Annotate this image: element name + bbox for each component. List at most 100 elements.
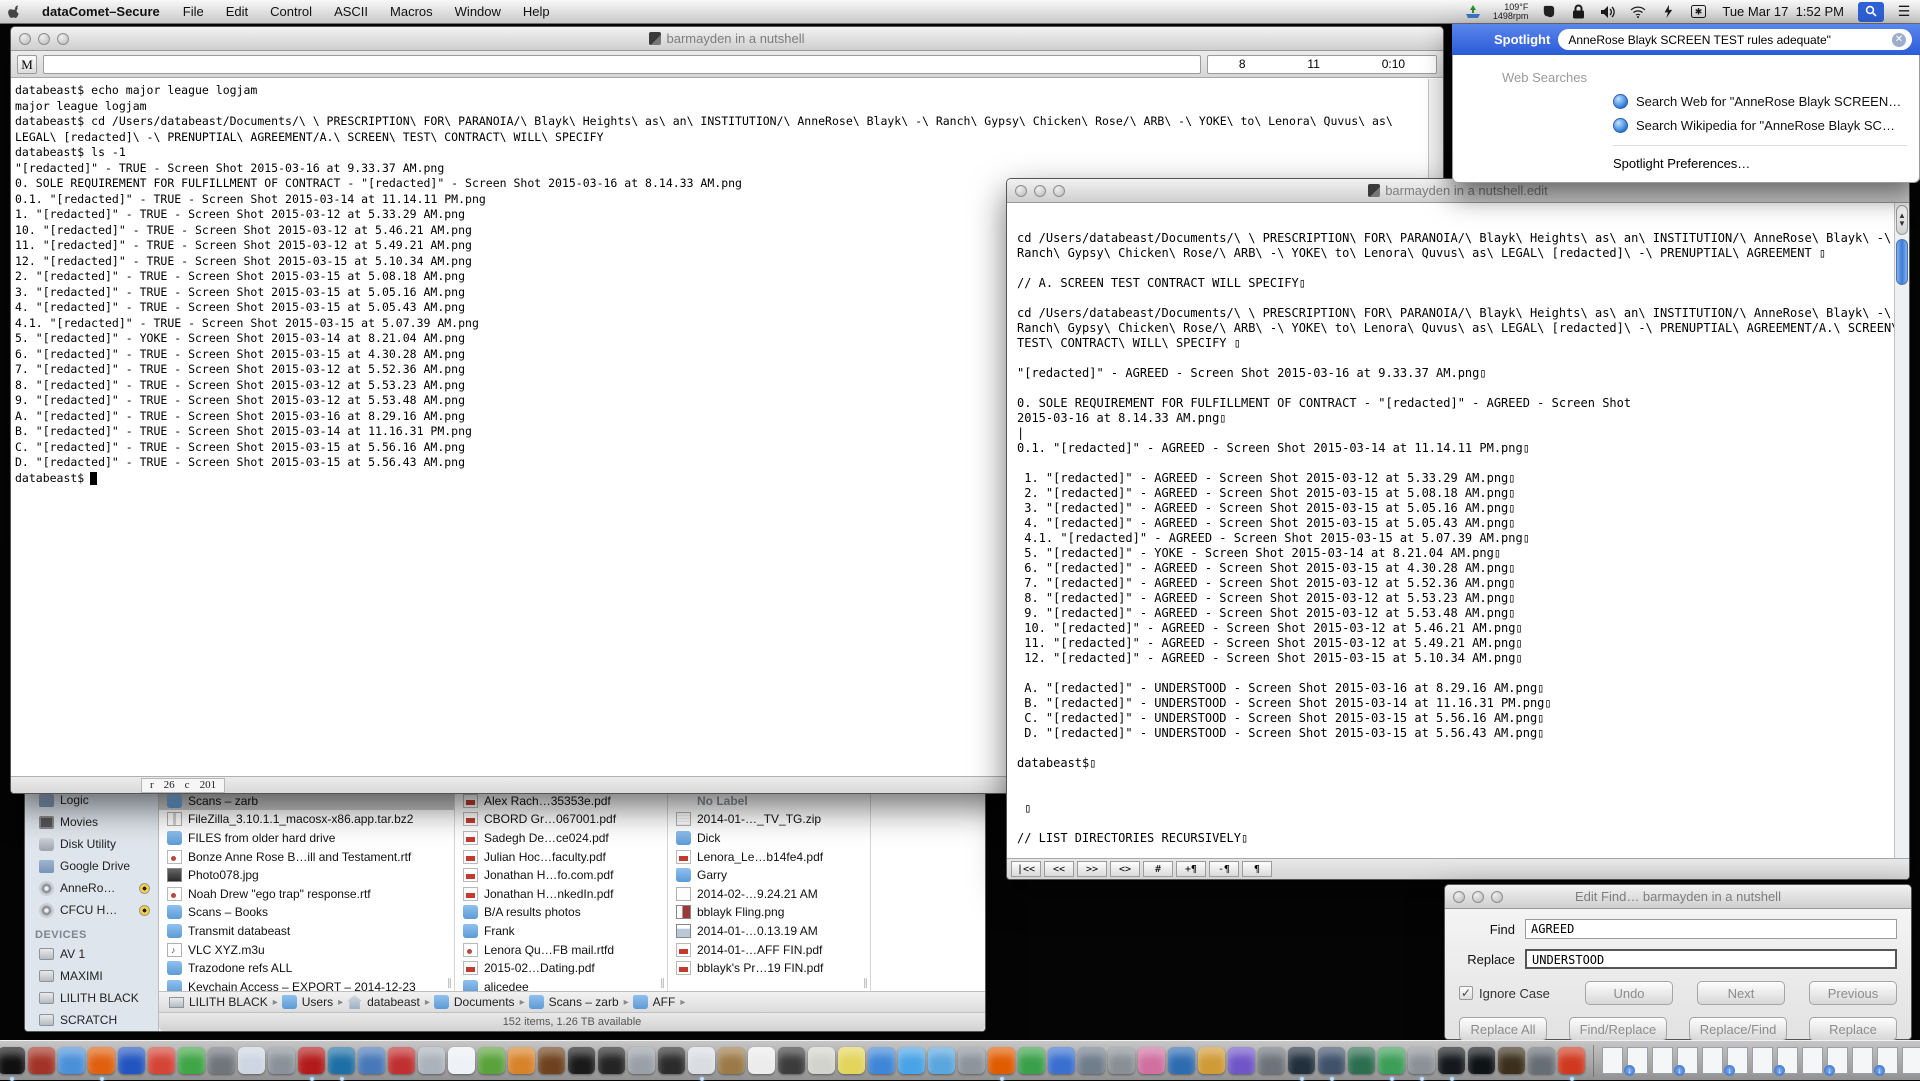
file-row[interactable]: No Label [668,792,870,811]
spotlight-result[interactable]: Search Wikipedia for "AnneRose Blayk SC… [1453,113,1919,137]
file-row[interactable]: 2014-01-…_TV_TG.zip [668,810,870,829]
breadcrumb[interactable]: Scans – zarb ▸ [529,995,629,1009]
dialog-button[interactable]: Previous [1809,981,1897,1005]
dock-document-icon[interactable] [1652,1047,1673,1074]
editor-nav-button[interactable]: >> [1077,861,1107,877]
file-row[interactable]: Sadegh De…ce024.pdf [455,829,667,848]
file-row[interactable]: alicedee [455,978,667,991]
file-row[interactable]: Keychain Access – EXPORT – 2014-12-23 [159,978,454,991]
dock-document-icon[interactable] [1677,1047,1698,1074]
sidebar-device[interactable]: AV 1 [25,943,158,965]
editor-nav-button[interactable]: ¶ [1242,861,1272,877]
dock-app-icon[interactable] [868,1047,895,1074]
ignore-case-checkbox[interactable]: ✓ [1459,986,1473,1000]
dock-app-icon[interactable] [1498,1047,1525,1074]
bolt-icon[interactable] [1658,3,1678,21]
sidebar-item[interactable]: CFCU H… [25,899,158,921]
dock-document-icon[interactable] [1777,1047,1798,1074]
sidebar-item[interactable]: AnneRo… [25,877,158,899]
file-row[interactable]: 2015-02…Dating.pdf [455,959,667,978]
dock-app-icon[interactable] [508,1047,535,1074]
file-row[interactable]: FileZilla_3.10.1.1_macosx-x86.app.tar.bz… [159,810,454,829]
dock-app-icon[interactable] [1528,1047,1555,1074]
editor-nav-button[interactable]: << [1044,861,1074,877]
find-dialog-title-bar[interactable]: Edit Find… barmayden in a nutshell [1445,885,1911,909]
spotlight-preferences[interactable]: Spotlight Preferences… [1453,152,1919,174]
dock-document-icon[interactable] [1727,1047,1748,1074]
dock-app-icon[interactable] [1438,1047,1465,1074]
menu-item[interactable]: Window [444,4,512,19]
dock-app-icon[interactable] [748,1047,775,1074]
sidebar-device[interactable]: SCRATCH [25,1009,158,1031]
dock-app-icon[interactable] [1288,1047,1315,1074]
keyboard-viewer-icon[interactable]: ✱ [1688,3,1708,21]
scrollbar-thumb[interactable] [1896,239,1908,285]
menu-item[interactable]: ASCII [323,4,379,19]
breadcrumb[interactable]: databeast ▸ [347,995,430,1009]
dock-app-icon[interactable] [928,1047,955,1074]
file-row[interactable]: 2014-01-…0.13.19 AM [668,922,870,941]
replace-input[interactable]: UNDERSTOOD [1525,949,1897,969]
terminal-address-field[interactable] [43,55,1201,74]
sidebar-item[interactable]: Disk Utility [25,833,158,855]
dialog-button[interactable]: Undo [1585,981,1673,1005]
file-row[interactable]: FILES from older hard drive [159,829,454,848]
file-row[interactable]: bblayk Fling.png [668,903,870,922]
file-row[interactable]: Transmit databeast [159,922,454,941]
dock-document-icon[interactable] [1752,1047,1773,1074]
dock-app-icon[interactable] [28,1047,55,1074]
dock-app-icon[interactable] [898,1047,925,1074]
dock-app-icon[interactable] [358,1047,385,1074]
sidebar-device[interactable]: LILITH BLACK [25,987,158,1009]
editor-text-area[interactable]: cd /Users/databeast/Documents/\ \ PRESCR… [1007,203,1894,858]
sidebar-device[interactable]: MAXIMI [25,965,158,987]
terminal-title-bar[interactable]: barmayden in a nutshell [11,27,1443,51]
notification-center-icon[interactable]: ☰ [1894,3,1914,21]
dock-app-icon[interactable] [808,1047,835,1074]
dock-app-icon[interactable] [1228,1047,1255,1074]
file-row[interactable]: Lenora Qu…FB mail.rtfd [455,940,667,959]
dock-app-icon[interactable] [628,1047,655,1074]
dock-app-icon[interactable] [1198,1047,1225,1074]
file-row[interactable]: Noah Drew "ego trap" response.rtf [159,885,454,904]
dock-document-icon[interactable] [1702,1047,1723,1074]
dock-app-icon[interactable] [1348,1047,1375,1074]
file-row[interactable]: VLC XYZ.m3u [159,940,454,959]
active-app-name[interactable]: dataComet–Secure [30,4,172,19]
dock-app-icon[interactable] [418,1047,445,1074]
dock-app-icon[interactable] [1318,1047,1345,1074]
dock-document-icon[interactable] [1852,1047,1873,1074]
editor-nav-button[interactable]: +¶ [1176,861,1206,877]
dock-app-icon[interactable] [388,1047,415,1074]
dock-app-icon[interactable] [1558,1047,1585,1074]
file-row[interactable]: Frank [455,922,667,941]
menu-item[interactable]: Macros [379,4,444,19]
file-row[interactable]: bblayk's Pr…19 FIN.pdf [668,959,870,978]
dock-document-icon[interactable] [1902,1047,1920,1074]
dock-document-icon[interactable] [1627,1047,1648,1074]
editor-scrollbar[interactable]: ▲▼ [1894,203,1909,858]
spotlight-search-input[interactable]: AnneRose Blayk SCREEN TEST rules adequat… [1558,29,1912,50]
editor-nav-button[interactable]: |<< [1011,861,1041,877]
ignore-case-option[interactable]: ✓ Ignore Case [1459,986,1550,1001]
dock-app-icon[interactable] [538,1047,565,1074]
temperature-display[interactable]: 109°F 1498rpm [1493,3,1529,21]
file-row[interactable]: Scans – Books [159,903,454,922]
dock-document-icon[interactable] [1802,1047,1823,1074]
file-row[interactable]: Alex Rach…35353e.pdf [455,792,667,811]
volume-icon[interactable] [1598,3,1618,21]
evernote-icon[interactable] [1538,3,1558,21]
breadcrumb[interactable]: Users ▸ [282,995,343,1009]
dock-app-icon[interactable] [1108,1047,1135,1074]
dock-app-icon[interactable] [718,1047,745,1074]
file-row[interactable]: CBORD Gr…067001.pdf [455,810,667,829]
editor-nav-button[interactable]: <> [1110,861,1140,877]
lock-icon[interactable] [1568,3,1588,21]
sidebar-item[interactable]: Google Drive [25,855,158,877]
file-row[interactable]: Jonathan H…nkedIn.pdf [455,885,667,904]
dialog-button[interactable]: Replace [1809,1017,1897,1041]
find-replace-dialog[interactable]: Edit Find… barmayden in a nutshell Find … [1444,884,1912,1040]
dock-app-icon[interactable] [1378,1047,1405,1074]
dock-app-icon[interactable] [148,1047,175,1074]
dock-app-icon[interactable] [1408,1047,1435,1074]
